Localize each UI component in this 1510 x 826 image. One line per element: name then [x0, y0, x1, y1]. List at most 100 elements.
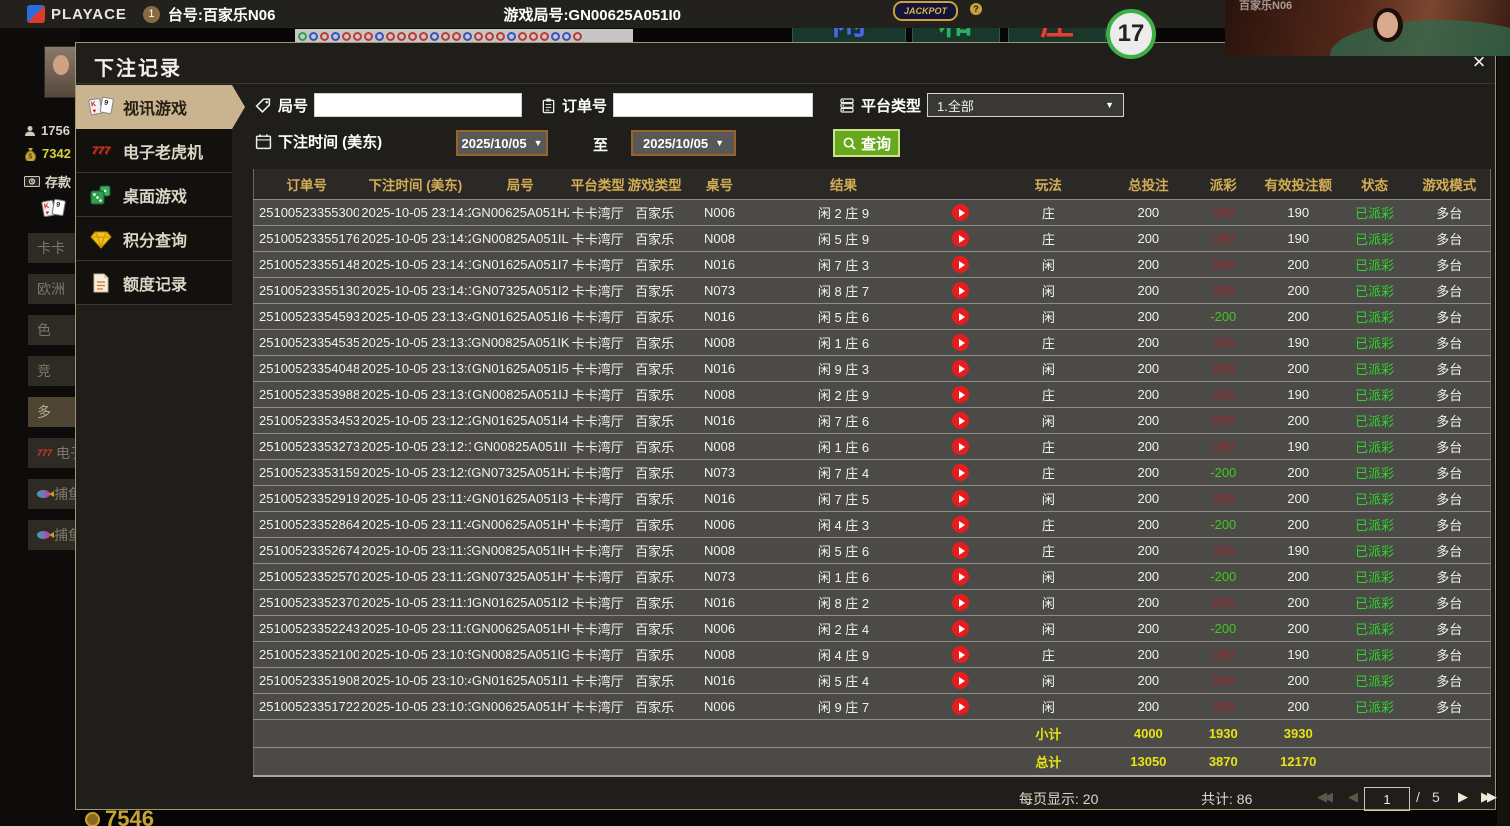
replay-play-icon[interactable]: [952, 542, 970, 560]
cell-mode: 多台: [1408, 199, 1491, 226]
date-to-select[interactable]: 2025/10/05 ▼: [631, 130, 736, 156]
bead-blue: [309, 31, 318, 41]
replay-play-icon[interactable]: [952, 334, 970, 352]
cell-valid-bet: 190: [1255, 537, 1341, 564]
replay-play-icon[interactable]: [952, 672, 970, 690]
cell-valid-bet: 200: [1255, 355, 1341, 382]
tab-video-games[interactable]: K ♥ 9 视讯游戏: [76, 85, 245, 129]
subtotal-row: 小计 4000 1930 3930: [253, 719, 1491, 748]
tab-points[interactable]: 积分查询: [76, 217, 232, 261]
cell-platform: 卡卡湾厅: [569, 199, 627, 226]
cell-result: 闲 1 庄 6: [756, 563, 931, 590]
search-icon: [843, 137, 856, 150]
cell-valid-bet: 200: [1255, 615, 1341, 642]
replay-play-icon[interactable]: [952, 490, 970, 508]
cell-mode: 多台: [1408, 511, 1491, 538]
tab-credit-records[interactable]: 额度记录: [76, 261, 232, 305]
replay-play-icon[interactable]: [952, 412, 970, 430]
cell-total-bet: 200: [1105, 303, 1191, 330]
cell-mode: 多台: [1408, 485, 1491, 512]
cell-bet-type: 庄: [990, 641, 1106, 668]
first-page-icon[interactable]: ◀◀: [1312, 789, 1334, 805]
replay-play-icon[interactable]: [952, 464, 970, 482]
total-count-label: 共计: 86: [1201, 791, 1253, 807]
cell-total-bet: 200: [1105, 329, 1191, 356]
bead-blue: [562, 31, 571, 41]
cell-result: 闲 2 庄 9: [756, 199, 931, 226]
replay-play-icon[interactable]: [952, 204, 970, 222]
last-page-icon[interactable]: ▶▶: [1476, 789, 1498, 805]
replay-play-icon[interactable]: [952, 646, 970, 664]
dice-icon: [87, 184, 115, 206]
table-row: 251005233545354 2025-10-05 23:13:35 GN00…: [253, 329, 1491, 356]
person-icon: [25, 125, 35, 136]
chevron-down-icon: ▼: [1105, 100, 1115, 110]
cell-game-type: 百家乐: [626, 459, 684, 486]
cell-platform: 卡卡湾厅: [569, 355, 627, 382]
replay-play-icon[interactable]: [952, 282, 970, 300]
col-replay: [930, 169, 991, 200]
cell-status: 已派彩: [1340, 537, 1409, 564]
replay-play-icon[interactable]: [952, 620, 970, 638]
round-filter-label: 局号: [278, 97, 309, 115]
page-separator: /: [1416, 789, 1420, 805]
money-bag-icon: $: [24, 147, 37, 161]
cell-order: 251005233539888: [253, 381, 360, 408]
replay-play-icon[interactable]: [952, 568, 970, 586]
cell-payout: 190: [1190, 199, 1256, 226]
cell-replay: [930, 407, 991, 434]
cell-replay: [930, 329, 991, 356]
tab-slots[interactable]: 777 电子老虎机: [76, 129, 232, 173]
cell-platform: 卡卡湾厅: [569, 433, 627, 460]
cell-bet-type: 闲: [990, 277, 1106, 304]
bead-green: [298, 31, 307, 41]
replay-play-icon[interactable]: [952, 360, 970, 378]
prev-page-icon[interactable]: ◀: [1340, 789, 1362, 805]
cell-payout: 190: [1190, 225, 1256, 252]
order-input[interactable]: [613, 93, 814, 117]
cell-payout: 200: [1190, 485, 1256, 512]
cell-total-bet: 200: [1105, 563, 1191, 590]
cell-mode: 多台: [1408, 615, 1491, 642]
cell-time: 2025-10-05 23:11:31: [359, 537, 472, 564]
page-number-input[interactable]: [1364, 787, 1410, 811]
cell-round: GN00825A051IJ: [471, 381, 570, 408]
replay-play-icon[interactable]: [952, 386, 970, 404]
lobby-menu-item: 卡卡: [28, 233, 78, 263]
cell-time: 2025-10-05 23:11:24: [359, 563, 472, 590]
bead-red: [386, 31, 395, 41]
cell-status: 已派彩: [1340, 225, 1409, 252]
replay-play-icon[interactable]: [952, 308, 970, 326]
bet-records-table: 订单号 下注时间 (美东) 局号 平台类型 游戏类型 桌号 结果 玩法 总投注 …: [253, 169, 1491, 777]
platform-select[interactable]: 1.全部 ▼: [927, 93, 1125, 117]
pagination-bar: 每页显示: 20 共计: 86 ◀◀ ◀ / 5 ▶ ▶▶: [76, 787, 1498, 813]
date-from-select[interactable]: 2025/10/05 ▼: [456, 130, 548, 156]
cell-status: 已派彩: [1340, 329, 1409, 356]
replay-play-icon[interactable]: [952, 438, 970, 456]
replay-play-icon[interactable]: [952, 256, 970, 274]
cell-total-bet: 200: [1105, 693, 1191, 720]
cell-total-bet: 200: [1105, 641, 1191, 668]
search-button[interactable]: 查询: [833, 129, 901, 157]
col-time: 下注时间 (美东): [359, 169, 472, 200]
replay-play-icon[interactable]: [952, 516, 970, 534]
table-row: 251005233523701 2025-10-05 23:11:13 GN01…: [253, 589, 1491, 616]
cell-result: 闲 5 庄 4: [756, 667, 931, 694]
bead-red: [408, 31, 417, 41]
bead-blue: [375, 31, 384, 41]
cell-payout: -200: [1190, 303, 1256, 330]
replay-play-icon[interactable]: [952, 594, 970, 612]
replay-play-icon[interactable]: [952, 698, 970, 716]
cell-payout: 200: [1190, 589, 1256, 616]
cell-status: 已派彩: [1340, 641, 1409, 668]
tab-table-games[interactable]: 桌面游戏: [76, 173, 232, 217]
next-page-icon[interactable]: ▶: [1450, 789, 1472, 805]
table-row: 251005233532730 2025-10-05 23:12:13 GN00…: [253, 433, 1491, 460]
round-input[interactable]: [314, 93, 523, 117]
cell-result: 闲 4 庄 9: [756, 641, 931, 668]
replay-play-icon[interactable]: [952, 230, 970, 248]
filter-bar: 局号 订单号 平台类型 1.全部 ▼ 下注时间 (美东) 2025/10/05 …: [253, 85, 1497, 169]
cell-table: N016: [683, 589, 757, 616]
lobby-menu: 卡卡 欧洲色竞多 777 电子 捕鱼 捕鱼: [28, 233, 78, 550]
cell-time: 2025-10-05 23:14:27: [359, 199, 472, 226]
